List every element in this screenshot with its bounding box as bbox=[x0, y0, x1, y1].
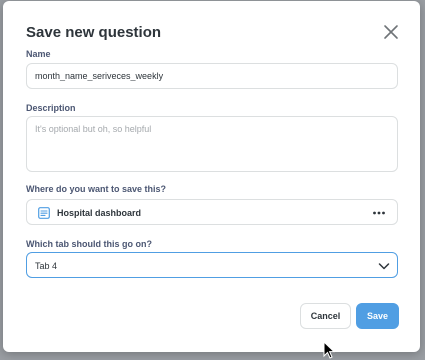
description-label: Description bbox=[26, 103, 76, 113]
tab-select[interactable]: Tab 4 bbox=[26, 252, 398, 278]
description-input[interactable] bbox=[26, 116, 398, 172]
close-button[interactable] bbox=[382, 23, 400, 41]
location-picker[interactable]: Hospital dashboard bbox=[26, 199, 398, 225]
tab-select-value: Tab 4 bbox=[35, 261, 58, 271]
save-question-modal: Save new question Name Description Where… bbox=[3, 1, 420, 352]
cancel-button[interactable]: Cancel bbox=[300, 303, 351, 329]
dashboard-icon bbox=[38, 207, 50, 219]
modal-title: Save new question bbox=[26, 24, 162, 41]
save-button[interactable]: Save bbox=[356, 303, 399, 329]
name-label: Name bbox=[26, 49, 51, 59]
tab-label: Which tab should this go on? bbox=[26, 239, 152, 249]
location-value: Hospital dashboard bbox=[57, 208, 142, 218]
mouse-cursor-icon bbox=[323, 341, 335, 359]
location-label: Where do you want to save this? bbox=[26, 184, 167, 194]
name-input[interactable] bbox=[26, 63, 398, 89]
ellipsis-icon[interactable] bbox=[372, 208, 386, 218]
close-icon bbox=[384, 25, 398, 39]
chevron-down-icon bbox=[378, 263, 390, 270]
